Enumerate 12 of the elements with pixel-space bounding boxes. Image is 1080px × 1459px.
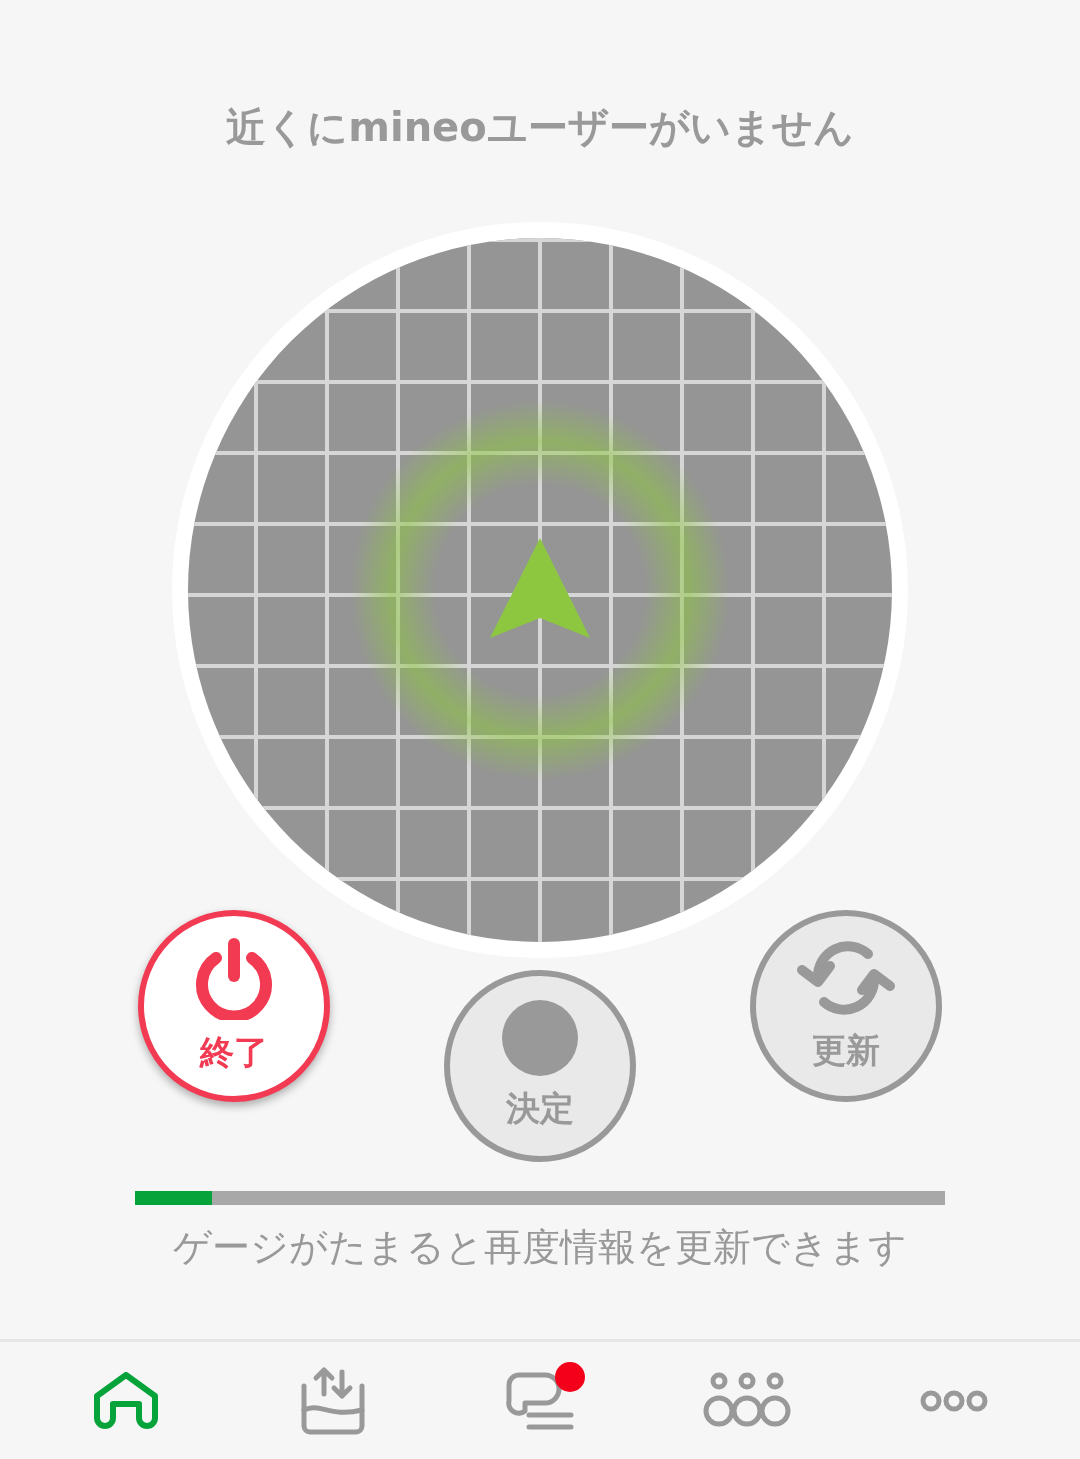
end-button[interactable]: 終了: [138, 910, 330, 1102]
refresh-button[interactable]: 更新: [750, 910, 942, 1102]
decide-button[interactable]: 決定: [444, 970, 636, 1162]
status-message: 近くにmineoユーザーがいません: [226, 103, 854, 152]
power-icon: [194, 936, 274, 1020]
transfer-icon: [299, 1365, 366, 1436]
more-icon: [919, 1388, 990, 1413]
dot-icon: [502, 1000, 578, 1076]
home-icon: [92, 1371, 159, 1430]
arrow-icon: [490, 538, 590, 638]
gauge-caption: ゲージがたまると再度情報を更新できます: [173, 1224, 907, 1271]
refresh-icon: [794, 938, 898, 1018]
